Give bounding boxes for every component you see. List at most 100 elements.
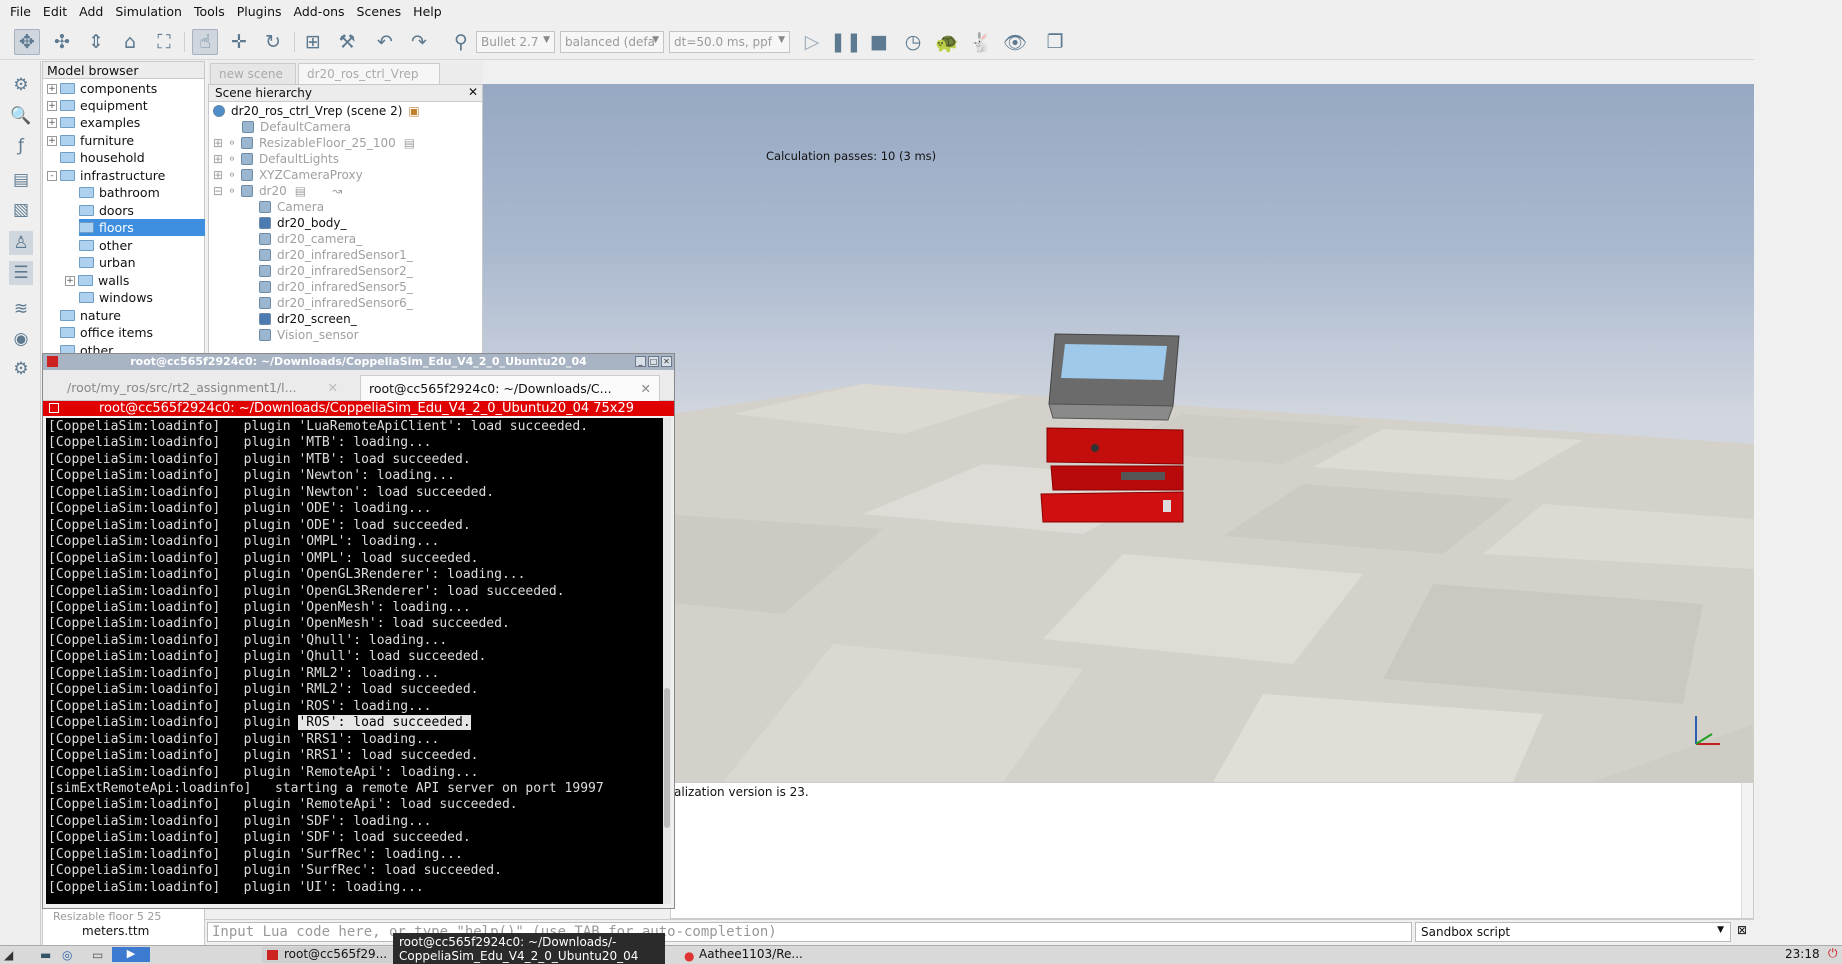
- terminal-titlebar[interactable]: root@cc565f2924c0: ~/Downloads/CoppeliaS…: [43, 354, 674, 370]
- hierarchy-item[interactable]: ⊞ ⚬ ResizableFloor_25_100 ▤: [213, 135, 415, 151]
- tab-new-scene[interactable]: new scene: [210, 63, 296, 84]
- desktop-icon[interactable]: ▭: [92, 948, 103, 962]
- hierarchy-item[interactable]: Vision_sensor: [259, 327, 359, 343]
- folder-icon: [79, 292, 94, 303]
- taskbar-item-browser[interactable]: ● Aathee1103/Re...: [681, 947, 816, 963]
- tree-item[interactable]: - infrastructure: [47, 167, 165, 184]
- close-icon[interactable]: ✕: [468, 85, 478, 99]
- object-shift-icon[interactable]: ✛: [226, 29, 252, 55]
- menu-plugins[interactable]: Plugins: [231, 4, 288, 19]
- browser-icon[interactable]: ◎: [62, 948, 72, 962]
- menu-edit[interactable]: Edit: [37, 4, 73, 19]
- camera-pan-icon[interactable]: ✥: [14, 29, 40, 55]
- close-icon[interactable]: ✕: [661, 356, 672, 367]
- file-manager-icon[interactable]: ▬: [40, 948, 51, 962]
- lua-input[interactable]: Input Lua code here, or type "help()" (u…: [207, 922, 1412, 942]
- scripts-icon[interactable]: ▧: [9, 198, 33, 222]
- engine-preset-select[interactable]: balanced (defa ▼: [560, 31, 664, 53]
- hierarchy-item[interactable]: dr20_infraredSensor2_: [259, 263, 413, 279]
- menu-add[interactable]: Add: [73, 4, 109, 19]
- terminal-tab[interactable]: /root/my_ros/src/rt2_assignment1/l... ✕: [59, 375, 346, 401]
- camera-angle-icon[interactable]: ⌂: [117, 29, 143, 55]
- maximize-icon[interactable]: □: [648, 356, 659, 367]
- camera-rotate-icon[interactable]: ✣: [49, 29, 75, 55]
- object-rotate-icon[interactable]: ↻: [260, 29, 286, 55]
- realtime-icon[interactable]: ◷: [900, 29, 926, 55]
- hierarchy-item[interactable]: dr20_body_: [259, 215, 347, 231]
- tree-item[interactable]: household: [60, 149, 145, 166]
- hierarchy-item[interactable]: dr20_infraredSensor5_: [259, 279, 413, 295]
- shapes-icon[interactable]: ♙: [9, 231, 33, 255]
- redo-icon[interactable]: ↷: [406, 29, 432, 55]
- menu-help[interactable]: Help: [407, 4, 448, 19]
- terminal-output[interactable]: [CoppeliaSim:loadinfo] plugin 'LuaRemote…: [46, 418, 671, 904]
- tree-item[interactable]: urban: [79, 254, 136, 271]
- start-menu-icon[interactable]: ◢: [4, 948, 13, 962]
- stop-icon[interactable]: ■: [866, 29, 892, 55]
- menu-addons[interactable]: Add-ons: [288, 4, 351, 19]
- power-icon[interactable]: ⏻: [1828, 946, 1838, 961]
- tree-item[interactable]: windows: [79, 289, 153, 306]
- physics-engine-select[interactable]: Bullet 2.7 ▼: [476, 31, 555, 53]
- script-select[interactable]: Sandbox script ▼: [1415, 922, 1731, 942]
- terminal-scrollbar[interactable]: [663, 418, 671, 904]
- page-selector-icon[interactable]: ❐: [1042, 29, 1068, 55]
- hierarchy-item[interactable]: ⊞ ⚬ XYZCameraProxy: [213, 167, 363, 183]
- hierarchy-item[interactable]: dr20_camera_: [259, 231, 362, 247]
- assemble-icon[interactable]: ⊞: [300, 29, 326, 55]
- scene-root[interactable]: dr20_ros_ctrl_Vrep (scene 2) ▣: [213, 103, 420, 119]
- object-properties-icon[interactable]: 🔍: [9, 104, 33, 128]
- collections-icon[interactable]: ▤: [9, 168, 33, 192]
- tree-item[interactable]: doors: [79, 202, 134, 219]
- hierarchy-item[interactable]: DefaultCamera: [242, 119, 351, 135]
- menu-bar: File Edit Add Simulation Tools Plugins A…: [0, 0, 1754, 22]
- tree-item[interactable]: + equipment: [47, 97, 148, 114]
- click-select-icon[interactable]: ☝: [192, 29, 218, 55]
- hierarchy-item[interactable]: ⊟ ⚬ dr20 ▤ ↝: [213, 183, 342, 199]
- fit-to-view-icon[interactable]: ⛶: [151, 29, 177, 55]
- play-icon[interactable]: ▷: [799, 29, 825, 55]
- tree-item[interactable]: + walls: [65, 272, 129, 289]
- tree-item[interactable]: bathroom: [79, 184, 160, 201]
- tab-dr20-scene[interactable]: dr20_ros_ctrl_Vrep: [298, 63, 440, 84]
- calculation-modules-icon[interactable]: ƒ: [9, 134, 33, 158]
- hierarchy-item[interactable]: Camera: [259, 199, 324, 215]
- minimize-icon[interactable]: _: [635, 356, 646, 367]
- tree-item[interactable]: office items: [60, 324, 153, 341]
- undo-icon[interactable]: ↶: [372, 29, 398, 55]
- camera-shift-icon[interactable]: ⇕: [83, 29, 109, 55]
- terminal-launcher-icon[interactable]: ▶: [112, 947, 150, 962]
- hierarchy-item[interactable]: dr20_screen_: [259, 311, 357, 327]
- taskbar-item-terminal[interactable]: root@cc565f29...: [262, 947, 397, 963]
- hierarchy-item[interactable]: dr20_infraredSensor6_: [259, 295, 413, 311]
- tree-item[interactable]: nature: [60, 307, 121, 324]
- tree-item-selected[interactable]: floors: [79, 219, 205, 236]
- menu-scenes[interactable]: Scenes: [351, 4, 408, 19]
- terminal-tab-active[interactable]: root@cc565f2924c0: ~/Downloads/C... ✕: [360, 375, 660, 401]
- clear-icon[interactable]: ⊠: [1737, 923, 1747, 937]
- slower-icon[interactable]: 🐢: [934, 29, 960, 55]
- dynamics-toggle-icon[interactable]: ⚲: [448, 29, 474, 55]
- simulation-settings-icon[interactable]: ⚙: [9, 73, 33, 97]
- tree-item[interactable]: + furniture: [47, 132, 134, 149]
- visualization-icon[interactable]: 👁: [1002, 29, 1028, 55]
- hierarchy-item[interactable]: dr20_infraredSensor1_: [259, 247, 413, 263]
- hierarchy-icon[interactable]: ☰: [9, 261, 33, 285]
- tree-item[interactable]: + examples: [47, 114, 140, 131]
- user-settings-icon[interactable]: ⚙: [9, 357, 33, 381]
- menu-simulation[interactable]: Simulation: [109, 4, 188, 19]
- menu-file[interactable]: File: [4, 4, 37, 19]
- menu-tools[interactable]: Tools: [188, 4, 231, 19]
- video-recorder-icon[interactable]: ◉: [9, 327, 33, 351]
- hierarchy-item[interactable]: ⊞ ⚬ DefaultLights: [213, 151, 339, 167]
- console-scrollbar[interactable]: [1741, 783, 1753, 918]
- pause-icon[interactable]: ❚❚: [830, 29, 862, 55]
- model-browser-title: Model browser: [43, 62, 204, 79]
- transfer-dna-icon[interactable]: ⚒: [334, 29, 360, 55]
- dr20-robot[interactable]: [1033, 324, 1193, 534]
- timestep-select[interactable]: dt=50.0 ms, ppf ▼: [669, 31, 790, 53]
- layers-icon[interactable]: ≋: [9, 297, 33, 321]
- tree-item[interactable]: + components: [47, 80, 157, 97]
- faster-icon[interactable]: 🐇: [968, 29, 994, 55]
- tree-item[interactable]: other: [79, 237, 132, 254]
